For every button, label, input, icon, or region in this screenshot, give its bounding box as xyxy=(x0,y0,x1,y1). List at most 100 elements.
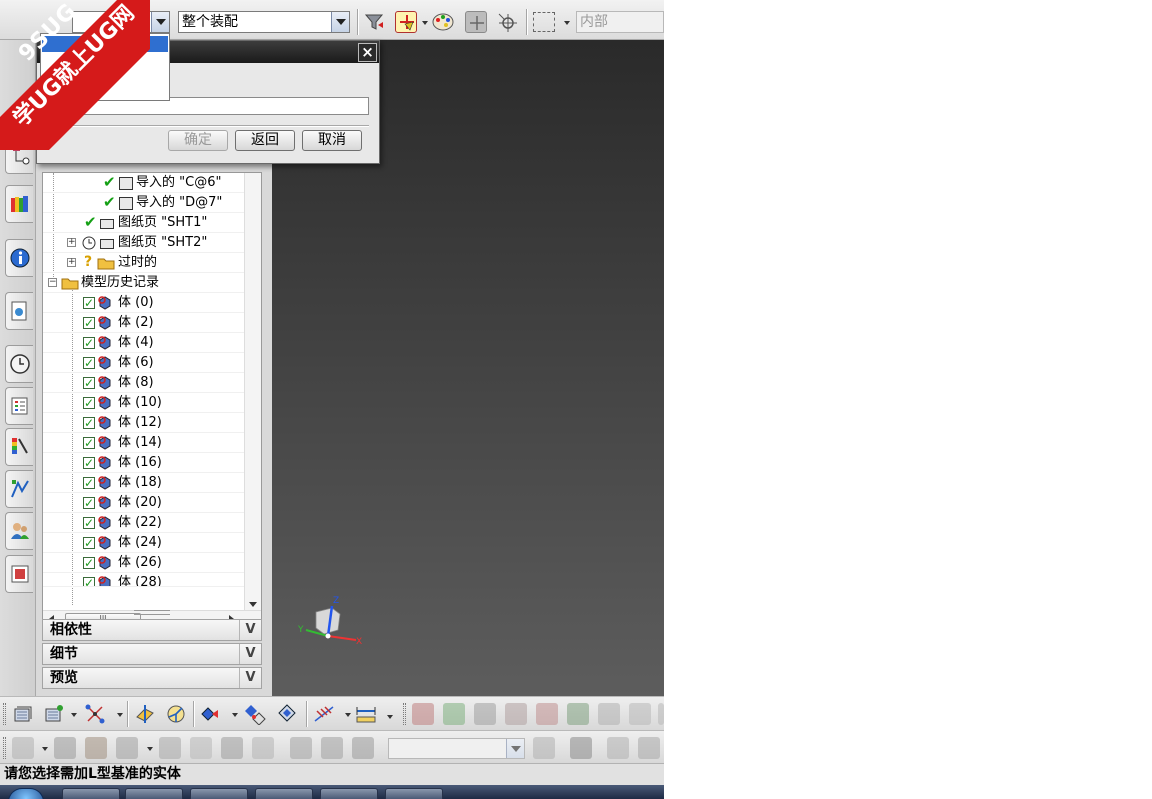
checkbox-checked[interactable] xyxy=(83,574,95,586)
chevron-down-icon[interactable] xyxy=(345,713,351,717)
chevron-down-icon[interactable] xyxy=(387,715,393,719)
hex-part-icon[interactable] xyxy=(570,737,592,759)
tree-row-imported-view[interactable]: ✔ 导入的 "D@7" xyxy=(43,193,244,213)
extract-geometry-icon[interactable] xyxy=(245,703,267,725)
section-details[interactable]: 细节 V xyxy=(42,643,262,665)
tree-row-body[interactable]: 体 (22) xyxy=(43,513,244,533)
chevron-down-icon[interactable] xyxy=(117,713,123,717)
checkbox-checked[interactable] xyxy=(83,394,95,413)
resource-tab-palette[interactable] xyxy=(5,555,33,593)
resource-tab-web-browser[interactable] xyxy=(5,292,33,330)
checkbox-checked[interactable] xyxy=(83,474,95,493)
section-preview[interactable]: 预览 V xyxy=(42,667,262,689)
tree-row-body[interactable]: 体 (16) xyxy=(43,453,244,473)
resource-tab-roles[interactable] xyxy=(5,387,33,425)
chevron-down-icon[interactable] xyxy=(232,713,238,717)
resource-tab-history[interactable] xyxy=(5,345,33,383)
selection-filter-combo[interactable] xyxy=(72,11,170,33)
point-constructor-icon[interactable] xyxy=(496,11,518,33)
resource-tab-reuse-library[interactable] xyxy=(5,185,33,223)
tree-row-imported-view[interactable]: ✔ 导入的 "C@6" xyxy=(43,173,244,193)
color-palette-icon[interactable] xyxy=(432,11,454,33)
cancel-button[interactable]: 取消 xyxy=(302,130,362,151)
component-plus-icon[interactable] xyxy=(159,737,181,759)
assembly-constraints-icon[interactable] xyxy=(252,737,274,759)
wave-geometry-icon[interactable] xyxy=(352,737,374,759)
chevron-down-icon[interactable]: V xyxy=(239,620,261,640)
resource-tab-help[interactable] xyxy=(5,239,33,277)
tree-row-sheet[interactable]: + 图纸页 "SHT2" xyxy=(43,233,244,253)
new-component-icon[interactable] xyxy=(54,737,76,759)
toolbar-grip[interactable] xyxy=(3,703,6,725)
chevron-down-icon[interactable]: V xyxy=(239,644,261,664)
section-view-icon[interactable] xyxy=(536,703,558,725)
constraint-network-icon[interactable] xyxy=(84,703,106,725)
body-outline-icon[interactable] xyxy=(505,703,527,725)
sketch-plane-icon[interactable] xyxy=(443,703,465,725)
layout-grid-icon[interactable] xyxy=(567,703,589,725)
tree-row-body[interactable]: 体 (12) xyxy=(43,413,244,433)
edge-line-icon[interactable] xyxy=(629,703,651,725)
chevron-down-icon[interactable] xyxy=(147,747,153,751)
tree-row-outdated[interactable]: + ? 过时的 xyxy=(43,253,244,273)
tree-row-body[interactable]: 体 (4) xyxy=(43,333,244,353)
checkbox-checked[interactable] xyxy=(83,314,95,333)
explosion-combo[interactable] xyxy=(388,738,525,759)
tree-row-body[interactable]: 体 (10) xyxy=(43,393,244,413)
tree-row-body[interactable]: 体 (2) xyxy=(43,313,244,333)
overflow-icon[interactable] xyxy=(658,703,664,725)
back-button[interactable]: 返回 xyxy=(235,130,295,151)
chain-link-icon[interactable] xyxy=(607,737,629,759)
datum-plane-icon[interactable] xyxy=(134,703,156,725)
wave-link-icon[interactable] xyxy=(276,703,298,725)
tree-row-sheet[interactable]: ✔ 图纸页 "SHT1" xyxy=(43,213,244,233)
tree-row-body[interactable]: 体 (14) xyxy=(43,433,244,453)
checkbox-checked[interactable] xyxy=(83,534,95,553)
tree-row-body[interactable]: 体 (24) xyxy=(43,533,244,553)
tree-row-body[interactable]: 体 (6) xyxy=(43,353,244,373)
resource-tab-assembly-navigator[interactable] xyxy=(5,136,33,174)
fit-view-icon[interactable] xyxy=(533,737,555,759)
chevron-down-icon[interactable] xyxy=(71,713,77,717)
shaded-body-icon[interactable] xyxy=(412,703,434,725)
toolbar-grip[interactable] xyxy=(403,703,406,725)
assembly-scope-combo[interactable]: 整个装配 xyxy=(178,11,350,33)
tree-vertical-scrollbar[interactable] xyxy=(244,173,261,612)
add-component-icon[interactable] xyxy=(12,737,34,759)
chevron-down-icon[interactable] xyxy=(42,747,48,751)
chevron-down-icon[interactable] xyxy=(151,12,169,32)
checkbox-checked[interactable] xyxy=(83,414,95,433)
start-orb-icon[interactable] xyxy=(8,788,44,799)
taskbar-app-button[interactable] xyxy=(62,788,120,799)
chevron-down-icon[interactable] xyxy=(331,12,349,32)
selection-filter-dropdown-list[interactable] xyxy=(40,33,170,101)
measure-distance-icon[interactable] xyxy=(355,703,377,725)
tree-row-body[interactable]: 体 (18) xyxy=(43,473,244,493)
exploded-view-icon[interactable] xyxy=(290,737,312,759)
resource-tab-roles-users[interactable] xyxy=(5,512,33,550)
sequence-icon[interactable] xyxy=(321,737,343,759)
component-array-icon[interactable] xyxy=(43,703,65,725)
tree-row-body[interactable]: 体 (28) xyxy=(43,573,244,587)
resource-tab-system-scene[interactable] xyxy=(5,428,33,466)
chevron-down-icon[interactable]: V xyxy=(239,668,261,688)
book-view-icon[interactable] xyxy=(598,703,620,725)
move-component-icon[interactable] xyxy=(190,737,212,759)
snap-point-icon[interactable] xyxy=(465,11,487,33)
chevron-down-icon[interactable] xyxy=(506,739,524,758)
close-icon[interactable]: × xyxy=(358,43,377,62)
expand-plus-icon[interactable]: + xyxy=(67,258,76,267)
section-dependencies[interactable]: 相依性 V xyxy=(42,619,262,641)
taskbar-app-button[interactable] xyxy=(385,788,443,799)
taskbar-app-button[interactable] xyxy=(190,788,248,799)
assembly-stack-icon[interactable] xyxy=(12,703,34,725)
filter-funnel-icon[interactable] xyxy=(364,11,386,33)
scroll-down-arrow-icon[interactable] xyxy=(249,602,257,608)
checkbox-checked[interactable] xyxy=(83,514,95,533)
checkbox-checked[interactable] xyxy=(83,454,95,473)
datum-csys-icon[interactable] xyxy=(165,703,187,725)
mirror-feature-icon[interactable] xyxy=(200,703,222,725)
tree-row-body[interactable]: 体 (20) xyxy=(43,493,244,513)
tree-row-body[interactable]: 体 (8) xyxy=(43,373,244,393)
taskbar-app-button[interactable] xyxy=(125,788,183,799)
